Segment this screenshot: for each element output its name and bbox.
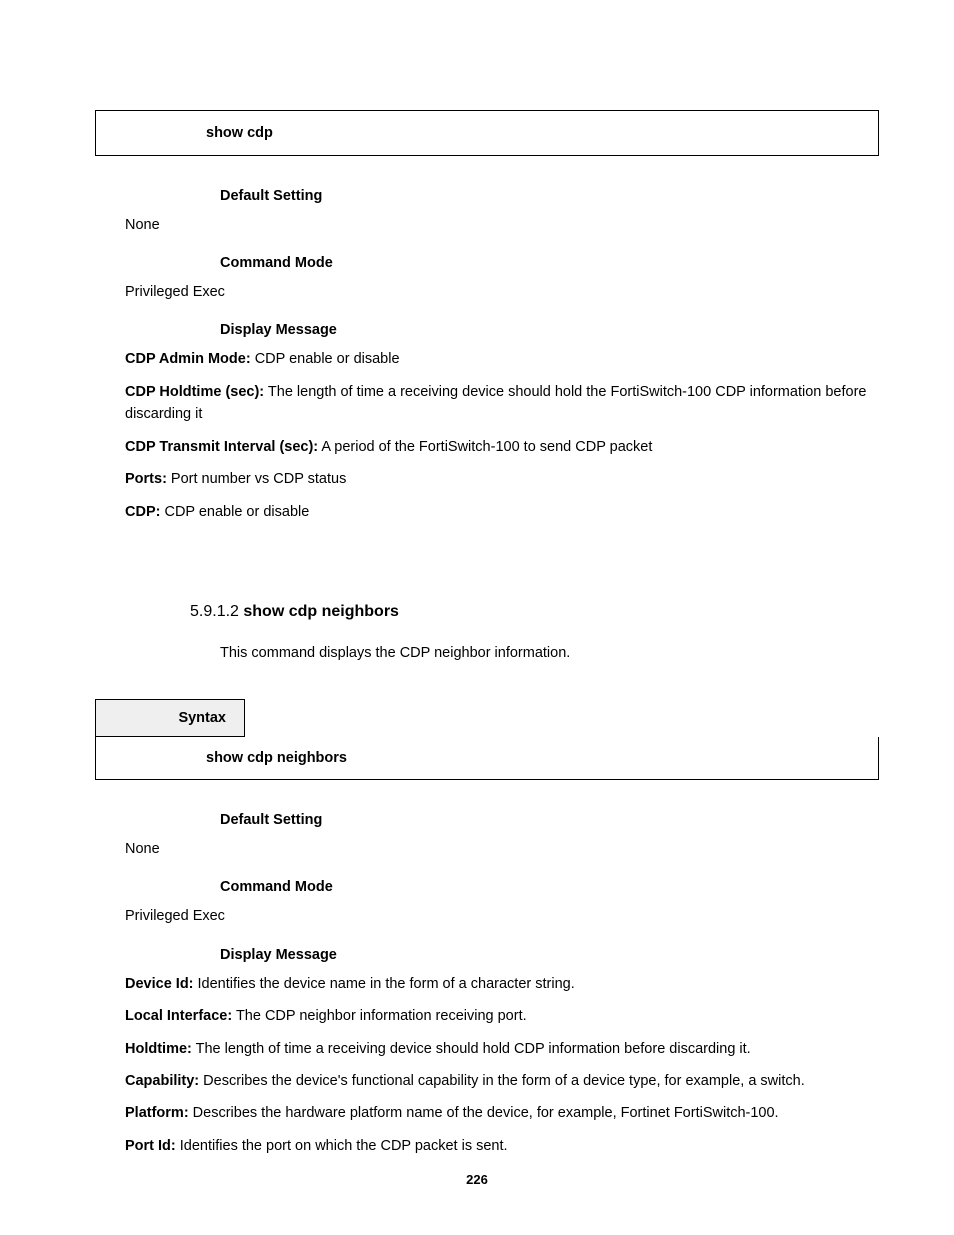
- syntax-header-label: Syntax: [95, 699, 245, 737]
- default-setting-heading: Default Setting: [220, 812, 879, 828]
- field-label: Ports:: [125, 471, 167, 487]
- display-message-heading: Display Message: [220, 947, 879, 963]
- field-label: Device Id:: [125, 976, 194, 992]
- field-text: Describes the hardware platform name of …: [189, 1105, 779, 1121]
- section-intro: This command displays the CDP neighbor i…: [220, 645, 879, 661]
- page-number: 226: [0, 1172, 954, 1187]
- field-label: Capability:: [125, 1073, 199, 1089]
- command-mode-heading: Command Mode: [220, 879, 879, 895]
- syntax-block: Syntax show cdp neighbors: [95, 699, 879, 780]
- default-setting-heading: Default Setting: [220, 188, 879, 204]
- display-message-heading: Display Message: [220, 322, 879, 338]
- field-text: The length of time a receiving device sh…: [192, 1041, 751, 1057]
- field-text: The CDP neighbor information receiving p…: [232, 1008, 526, 1024]
- field-text: Identifies the device name in the form o…: [194, 976, 575, 992]
- field-label: Port Id:: [125, 1138, 176, 1154]
- field-text: A period of the FortiSwitch-100 to send …: [318, 439, 652, 455]
- field-label: Holdtime:: [125, 1041, 192, 1057]
- field-text: Identifies the port on which the CDP pac…: [176, 1138, 508, 1154]
- field-label: Local Interface:: [125, 1008, 232, 1024]
- field-item: Holdtime: The length of time a receiving…: [125, 1038, 879, 1060]
- command-mode-value: Privileged Exec: [125, 905, 879, 928]
- field-item: CDP Transmit Interval (sec): A period of…: [125, 436, 879, 458]
- command-box: show cdp: [95, 110, 879, 156]
- section-heading: 5.9.1.2 show cdp neighbors: [190, 603, 879, 621]
- field-label: Platform:: [125, 1105, 189, 1121]
- field-label: CDP Admin Mode:: [125, 351, 251, 367]
- field-label: CDP Transmit Interval (sec):: [125, 439, 318, 455]
- field-item: Device Id: Identifies the device name in…: [125, 973, 879, 995]
- field-text: Describes the device's functional capabi…: [199, 1073, 805, 1089]
- field-text: CDP enable or disable: [251, 351, 400, 367]
- default-setting-value: None: [125, 214, 879, 237]
- field-text: CDP enable or disable: [160, 504, 309, 520]
- syntax-command: show cdp neighbors: [206, 750, 347, 766]
- field-label: CDP Holdtime (sec):: [125, 384, 264, 400]
- command-mode-value: Privileged Exec: [125, 281, 879, 304]
- document-page: show cdp Default Setting None Command Mo…: [0, 0, 954, 1235]
- field-item: Port Id: Identifies the port on which th…: [125, 1135, 879, 1157]
- syntax-body: show cdp neighbors: [95, 737, 879, 780]
- field-label: CDP:: [125, 504, 160, 520]
- field-item: CDP: CDP enable or disable: [125, 501, 879, 523]
- section-title-text: show cdp neighbors: [243, 603, 399, 620]
- field-item: Ports: Port number vs CDP status: [125, 468, 879, 490]
- field-item: Platform: Describes the hardware platfor…: [125, 1102, 879, 1124]
- field-item: Local Interface: The CDP neighbor inform…: [125, 1005, 879, 1027]
- field-item: Capability: Describes the device's funct…: [125, 1070, 879, 1092]
- field-item: CDP Holdtime (sec): The length of time a…: [125, 381, 879, 426]
- field-item: CDP Admin Mode: CDP enable or disable: [125, 348, 879, 370]
- command-text: show cdp: [206, 125, 273, 141]
- section-number: 5.9.1.2: [190, 603, 243, 620]
- field-text: Port number vs CDP status: [167, 471, 346, 487]
- default-setting-value: None: [125, 838, 879, 861]
- command-mode-heading: Command Mode: [220, 255, 879, 271]
